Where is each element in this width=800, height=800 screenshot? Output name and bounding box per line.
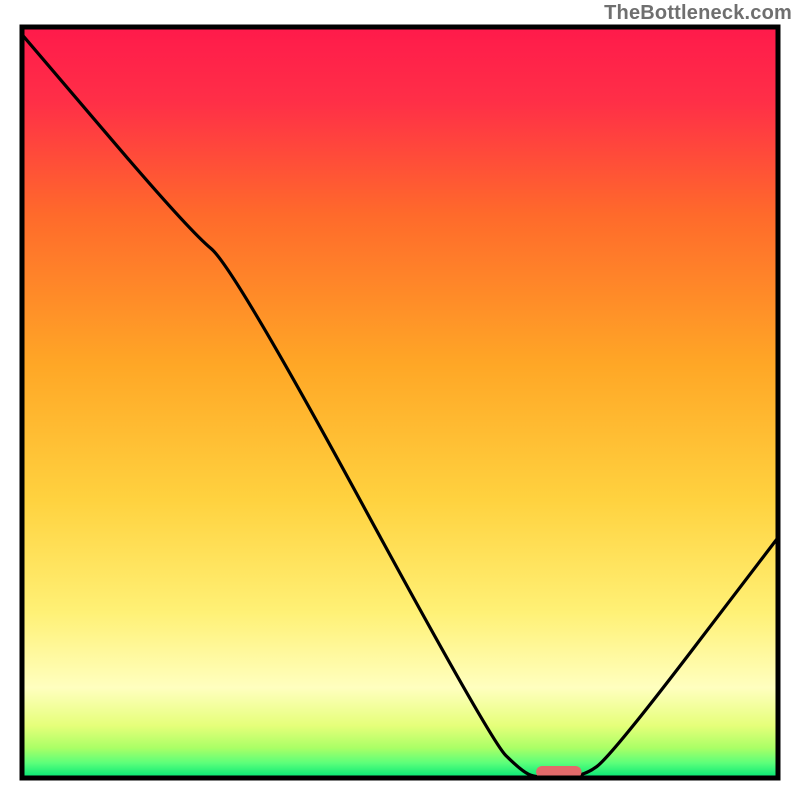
bottleneck-chart [0,0,800,800]
plot-background [22,27,778,778]
chart-container: TheBottleneck.com [0,0,800,800]
attribution-label: TheBottleneck.com [604,2,792,25]
